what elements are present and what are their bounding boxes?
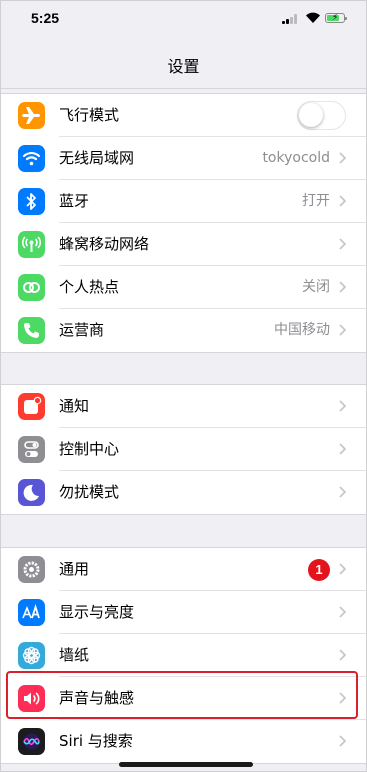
chevron-right-icon: [339, 563, 346, 575]
row-cellular[interactable]: 蜂窝移动网络: [1, 223, 366, 266]
text-size-icon: [18, 599, 45, 626]
wifi-network-value: tokyocold: [262, 150, 330, 166]
row-label: 声音与触感: [59, 689, 135, 707]
row-do-not-disturb[interactable]: 勿扰模式: [1, 471, 366, 514]
row-wallpaper[interactable]: 墙纸: [1, 634, 366, 677]
home-indicator: [119, 762, 253, 767]
chevron-right-icon: [339, 735, 346, 747]
notification-icon: [18, 393, 45, 420]
row-label: 勿扰模式: [59, 483, 120, 501]
bluetooth-status-value: 打开: [302, 193, 330, 209]
cellular-antenna-icon: [18, 231, 45, 258]
chevron-right-icon: [339, 606, 346, 618]
row-label: 通知: [59, 397, 90, 415]
status-time: 5:25: [31, 10, 60, 26]
hotspot-status-value: 关闭: [302, 279, 330, 295]
chevron-right-icon: [339, 281, 346, 293]
row-carrier[interactable]: 运营商 中国移动: [1, 309, 366, 352]
row-general[interactable]: 通用 1: [1, 548, 366, 591]
carrier-value: 中国移动: [274, 322, 330, 338]
page-title: 设置: [167, 57, 200, 76]
airplane-icon: [18, 102, 45, 129]
chevron-right-icon: [339, 692, 346, 704]
battery-icon: ⚡: [325, 13, 347, 23]
gear-icon: [18, 556, 45, 583]
row-personal-hotspot[interactable]: 个人热点 关闭: [1, 266, 366, 309]
row-label: 蓝牙: [59, 192, 90, 210]
moon-icon: [18, 479, 45, 506]
row-label: 个人热点: [59, 278, 120, 296]
row-label: 控制中心: [59, 440, 120, 458]
row-notifications[interactable]: 通知: [1, 385, 366, 428]
wifi-icon: [18, 145, 45, 172]
chevron-right-icon: [339, 443, 346, 455]
airplane-mode-toggle[interactable]: [297, 101, 346, 130]
chevron-right-icon: [339, 152, 346, 164]
chevron-right-icon: [339, 486, 346, 498]
chevron-right-icon: [339, 400, 346, 412]
chevron-right-icon: [339, 195, 346, 207]
row-label: 墙纸: [59, 646, 90, 664]
speaker-icon: [18, 685, 45, 712]
row-label: 显示与亮度: [59, 603, 135, 621]
row-label: 飞行模式: [59, 106, 120, 124]
control-center-icon: [18, 436, 45, 463]
bluetooth-icon: [18, 188, 45, 215]
row-sounds-haptics[interactable]: 声音与触感: [1, 677, 366, 720]
row-label: 运营商: [59, 321, 105, 339]
row-display-brightness[interactable]: 显示与亮度: [1, 591, 366, 634]
hotspot-link-icon: [18, 274, 45, 301]
settings-group-notifications: 通知 控制中心 勿扰模式: [1, 384, 366, 515]
row-label: 无线局域网: [59, 149, 135, 167]
flower-icon: [18, 642, 45, 669]
chevron-right-icon: [339, 649, 346, 661]
row-label: 通用: [59, 560, 90, 578]
navigation-bar: 设置: [1, 37, 366, 89]
row-label: 蜂窝移动网络: [59, 235, 150, 253]
row-bluetooth[interactable]: 蓝牙 打开: [1, 180, 366, 223]
status-bar: 5:25 ⚡: [1, 1, 366, 37]
row-wifi[interactable]: 无线局域网 tokyocold: [1, 137, 366, 180]
row-airplane-mode[interactable]: 飞行模式: [1, 94, 366, 137]
notification-badge: 1: [308, 559, 330, 581]
siri-icon: [18, 728, 45, 755]
row-siri-search[interactable]: Siri 与搜索: [1, 720, 366, 763]
row-control-center[interactable]: 控制中心: [1, 428, 366, 471]
settings-group-general: 通用 1 显示与亮度 墙纸 声音与触感 Siri 与搜索: [1, 547, 366, 764]
settings-group-connectivity: 飞行模式 无线局域网 tokyocold 蓝牙 打开 蜂窝移动网络 个人热点 关: [1, 93, 366, 353]
chevron-right-icon: [339, 324, 346, 336]
chevron-right-icon: [339, 238, 346, 250]
row-label: Siri 与搜索: [59, 732, 133, 750]
phone-icon: [18, 317, 45, 344]
wifi-status-icon: [306, 12, 320, 23]
cellular-signal-icon: [282, 14, 299, 24]
